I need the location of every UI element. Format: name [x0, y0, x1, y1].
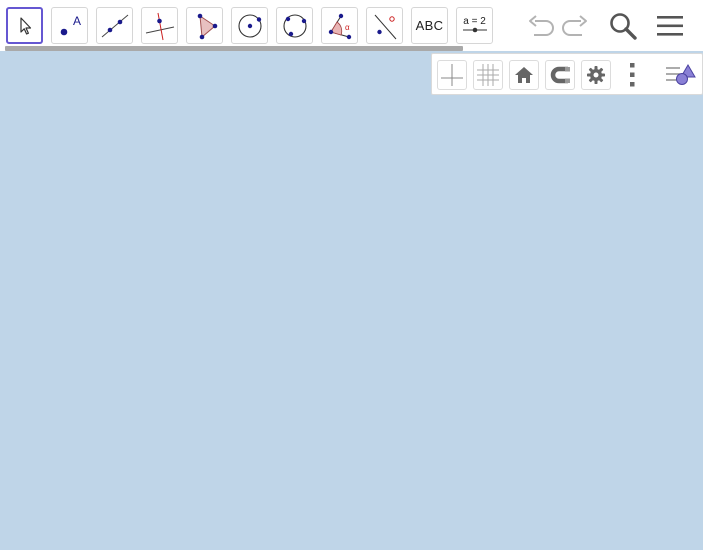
circle-three-points-tool[interactable] [276, 7, 313, 44]
point-label: A [73, 14, 81, 28]
line-tool[interactable] [96, 7, 133, 44]
angle-tool[interactable]: α [321, 7, 358, 44]
circle-center-icon [237, 13, 262, 38]
reflect-about-line-tool[interactable] [366, 7, 403, 44]
point-icon: A [60, 14, 81, 35]
snap-magnet-button[interactable] [545, 60, 575, 90]
home-view-button[interactable] [509, 60, 539, 90]
snap-magnet-icon [550, 66, 570, 84]
home-view-icon [515, 67, 533, 83]
perpendicular-line-tool[interactable] [141, 7, 178, 44]
reflect-icon [374, 14, 396, 39]
settings-button[interactable] [581, 60, 611, 90]
more-options-button[interactable] [617, 60, 647, 90]
slider-tool[interactable]: a = 2 [456, 7, 493, 44]
style-bar [431, 53, 703, 95]
polygon-icon [197, 13, 217, 39]
toolbar: A α ABC a = 2 [0, 0, 705, 51]
undo-button[interactable] [525, 11, 555, 41]
graphics-view[interactable] [0, 51, 703, 550]
toggle-style-bar-icon [666, 64, 696, 85]
more-options-icon [630, 63, 635, 87]
polygon-tool[interactable] [186, 7, 223, 44]
text-tool-label: ABC [415, 18, 444, 33]
point-tool[interactable]: A [51, 7, 88, 44]
circle-center-point-tool[interactable] [231, 7, 268, 44]
menu-icon [657, 16, 683, 36]
perpendicular-icon [145, 12, 174, 40]
grid-toggle-icon [477, 64, 499, 86]
search-button[interactable] [608, 11, 638, 41]
text-tool[interactable]: ABC [411, 7, 448, 44]
settings-gear-icon [587, 66, 605, 84]
grid-toggle-button[interactable] [473, 60, 503, 90]
undo-icon [529, 15, 554, 36]
circle-three-points-icon [282, 13, 307, 38]
axes-toggle-button[interactable] [437, 60, 467, 90]
angle-label: α [345, 23, 350, 32]
slider-icon [462, 27, 487, 33]
line-icon [101, 14, 128, 37]
search-icon [610, 13, 637, 40]
main-menu-button[interactable] [655, 11, 685, 41]
angle-icon: α [328, 13, 351, 39]
redo-icon [562, 15, 587, 36]
axes-toggle-icon [441, 64, 463, 86]
slider-tool-label: a = 2 [463, 16, 486, 27]
cursor-arrow-icon [19, 16, 31, 35]
toggle-style-bar-button[interactable] [664, 60, 698, 90]
move-tool[interactable] [6, 7, 43, 44]
redo-button[interactable] [561, 11, 591, 41]
